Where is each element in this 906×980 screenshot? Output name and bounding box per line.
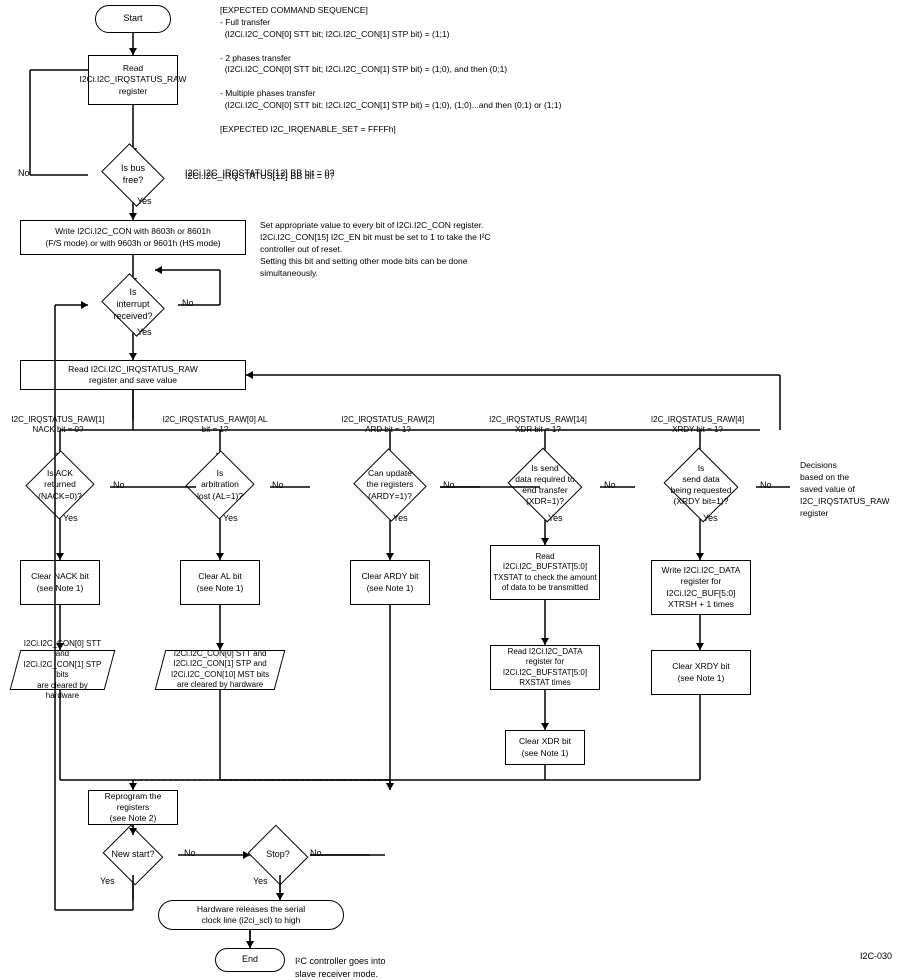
read-data-box: Read I2Ci.I2C_DATAregister forI2Ci.I2C_B… [490, 645, 600, 690]
start-node: Start [95, 5, 171, 33]
no-stop-label: No [310, 848, 322, 860]
no-update-label: No [443, 480, 455, 492]
clear-nack-box: Clear NACK bit(see Note 1) [20, 560, 100, 605]
no-send-req-label: No [760, 480, 772, 492]
yes-stop-label: Yes [253, 876, 268, 888]
write-i2c-con-label: Write I2Ci.I2C_CON with 8603h or 8601h(F… [45, 226, 220, 248]
no-new-start-label: No [184, 848, 196, 860]
clear-xdr-box: Clear XDR bit(see Note 1) [505, 730, 585, 765]
no-arb-label: No [272, 480, 284, 492]
clear-ardy-label: Clear ARDY bit(see Note 1) [361, 571, 418, 593]
clear-xrdy-box: Clear XRDY bit(see Note 1) [651, 650, 751, 695]
reprogram-label: Reprogram theregisters(see Note 2) [105, 791, 162, 824]
is-ack-diamond [25, 450, 94, 519]
is-bus-free-diamond [101, 143, 165, 207]
bb-check-label: I2Ci.I2C_IRQSTATUS[12] BB bit = 0? [185, 170, 334, 183]
clear-xrdy-label: Clear XRDY bit(see Note 1) [672, 661, 729, 683]
clear-ardy-box: Clear ARDY bit(see Note 1) [350, 560, 430, 605]
al-header: I2C_IRQSTATUS_RAW[0] ALbit = 1? [150, 415, 280, 436]
end-label: End [242, 954, 258, 966]
con-note: Set appropriate value to every bit of I2… [260, 220, 620, 279]
no-send-end-label: No [604, 480, 616, 492]
write-data-box: Write I2Ci.I2C_DATAregister forI2Ci.I2C_… [651, 560, 751, 615]
no-bus-label: No [18, 168, 30, 180]
expected-sequence-note: [EXPECTED COMMAND SEQUENCE] - Full trans… [220, 5, 600, 136]
al-para: I2Ci.I2C_CON[0] STT andI2Ci.I2C_CON[1] S… [155, 650, 286, 690]
clear-nack-label: Clear NACK bit(see Note 1) [31, 571, 89, 593]
yes-interrupt-label: Yes [137, 327, 152, 339]
start-label: Start [123, 13, 142, 25]
is-interrupt-diamond [101, 273, 165, 337]
read-irqstatus2-label: Read I2Ci.I2C_IRQSTATUS_RAWregister and … [68, 364, 198, 386]
read-irqstatus1-label: ReadI2Ci.I2C_IRQSTATUS_RAWregister [79, 63, 186, 96]
is-arb-diamond [185, 450, 254, 519]
al-para-label: I2Ci.I2C_CON[0] STT andI2Ci.I2C_CON[1] S… [171, 649, 269, 691]
decisions-note: Decisionsbased on thesaved value ofI2C_I… [800, 460, 900, 519]
nack-para-label: I2Ci.I2C_CON[0] STT andI2Ci.I2C_CON[1] S… [22, 639, 103, 701]
clear-al-label: Clear AL bit(see Note 1) [197, 571, 244, 593]
write-data-label: Write I2Ci.I2C_DATAregister forI2Ci.I2C_… [662, 565, 741, 609]
no-ack-label: No [113, 480, 125, 492]
yes-new-start-label: Yes [100, 876, 115, 888]
diagram-container: Start ReadI2Ci.I2C_IRQSTATUS_RAWregister… [0, 0, 906, 968]
reprogram-box: Reprogram theregisters(see Note 2) [88, 790, 178, 825]
read-irqstatus1-box: ReadI2Ci.I2C_IRQSTATUS_RAWregister [88, 55, 178, 105]
yes-ack-label: Yes [63, 513, 78, 525]
end-node: End [215, 948, 285, 972]
clear-xdr-label: Clear XDR bit(see Note 1) [519, 736, 571, 758]
ard-header: I2C_IRQSTATUS_RAW[2]ARD bit = 1? [318, 415, 458, 436]
nack-header: I2C_IRQSTATUS_RAW[1]NACK bit = 0? [3, 415, 113, 436]
is-send-req-diamond [664, 448, 739, 523]
read-data-label: Read I2Ci.I2C_DATAregister forI2Ci.I2C_B… [503, 647, 587, 689]
hw-release-label: Hardware releases the serialclock line (… [197, 904, 305, 926]
write-i2c-con-box: Write I2Ci.I2C_CON with 8603h or 8601h(F… [20, 220, 246, 255]
nack-para: I2Ci.I2C_CON[0] STT andI2Ci.I2C_CON[1] S… [10, 650, 116, 690]
yes-update-label: Yes [393, 513, 408, 525]
read-bufstat-label: Read I2Ci.I2C_BUFSTAT[5:0]TXSTAT to chec… [493, 552, 597, 594]
can-update-diamond [353, 448, 427, 522]
i2c030-label: I2C-030 [860, 950, 892, 963]
no-interrupt-label: No [182, 298, 194, 310]
read-bufstat-box: Read I2Ci.I2C_BUFSTAT[5:0]TXSTAT to chec… [490, 545, 600, 600]
yes-arb-label: Yes [223, 513, 238, 525]
read-irqstatus2-box: Read I2Ci.I2C_IRQSTATUS_RAWregister and … [20, 360, 246, 390]
is-send-end-diamond [508, 448, 583, 523]
clear-al-box: Clear AL bit(see Note 1) [180, 560, 260, 605]
yes-send-req-label: Yes [703, 513, 718, 525]
yes-send-end-label: Yes [548, 513, 563, 525]
hw-release-box: Hardware releases the serialclock line (… [158, 900, 344, 930]
xrdy-header: I2C_IRQSTATUS_RAW[4]XRDY bit = 1? [625, 415, 770, 436]
yes-bus-label: Yes [137, 196, 152, 208]
xdr-header: I2C_IRQSTATUS_RAW[14]XDR bit = 1? [468, 415, 608, 436]
